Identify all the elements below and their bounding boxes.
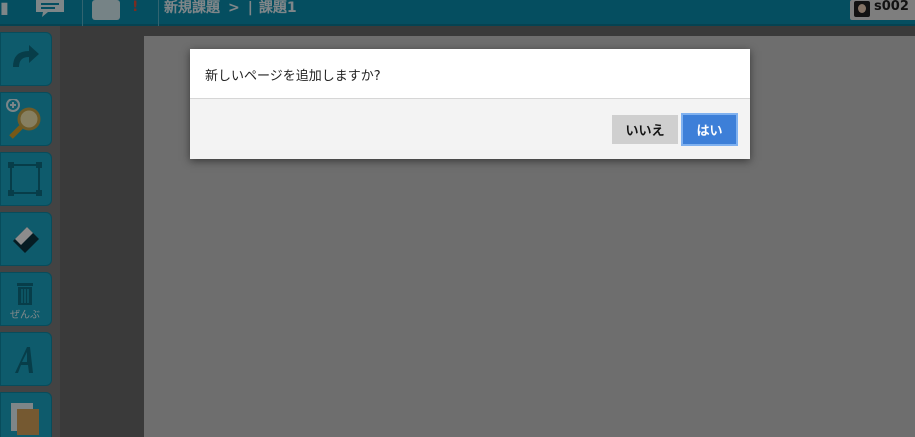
yes-button[interactable]: はい (683, 115, 736, 144)
confirm-dialog: 新しいページを追加しますか? いいえ はい (190, 49, 750, 159)
no-button[interactable]: いいえ (612, 115, 678, 144)
dialog-body: 新しいページを追加しますか? (190, 49, 750, 99)
dialog-message: 新しいページを追加しますか? (205, 69, 381, 84)
app-screen: ▮ ! 新規課題 > | 課題1 s002 ぜんぶ 新しいページを追加しますか?… (0, 0, 915, 437)
